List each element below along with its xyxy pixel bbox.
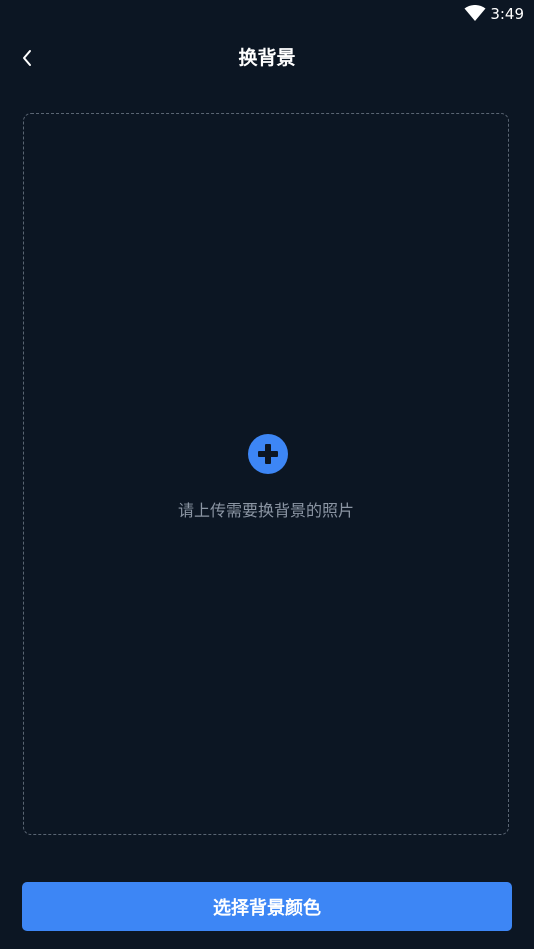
- upload-photo-area[interactable]: 请上传需要换背景的照片: [23, 113, 509, 835]
- plus-circle-icon[interactable]: [248, 434, 288, 474]
- page-title: 换背景: [238, 47, 296, 69]
- screen: 3:49 换背景 请上传需要换背景的照片 选择背景颜色: [0, 0, 534, 949]
- wifi-icon: [464, 5, 486, 21]
- upload-hint: 请上传需要换背景的照片: [177, 501, 354, 520]
- select-background-color-button[interactable]: 选择背景颜色: [22, 882, 512, 931]
- header: 换背景: [0, 36, 534, 80]
- status-time: 3:49: [490, 5, 524, 23]
- status-bar: 3:49: [0, 0, 534, 28]
